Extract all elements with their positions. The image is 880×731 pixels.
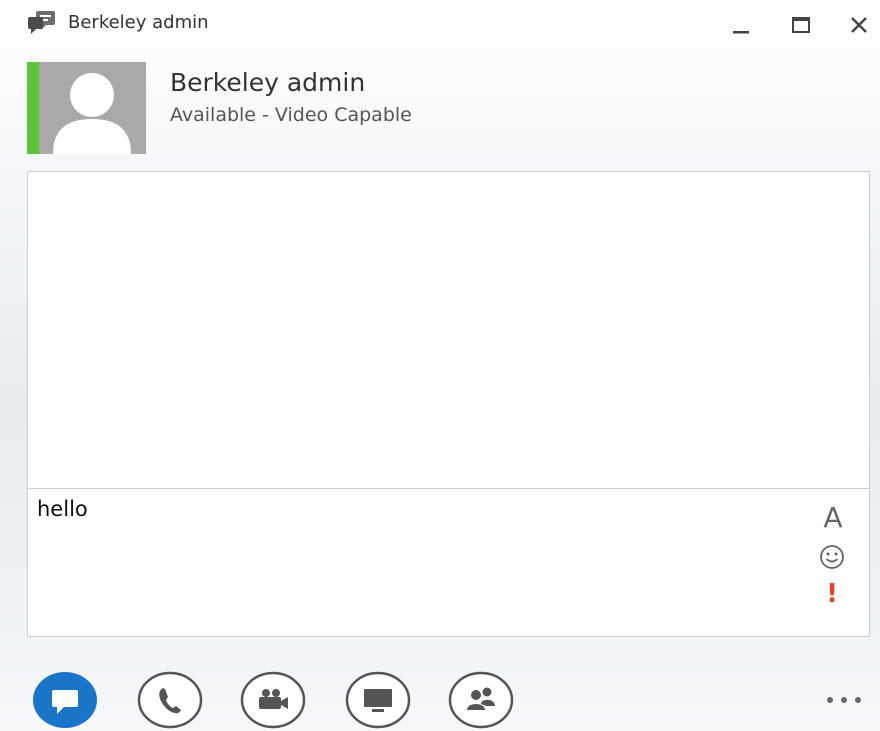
video-button[interactable] [240, 671, 306, 729]
video-camera-icon [240, 671, 306, 729]
lync-app-icon [27, 10, 57, 36]
phone-icon [137, 671, 203, 729]
default-person-icon [53, 73, 131, 154]
conversation-history [27, 171, 870, 489]
contact-status: Available - Video Capable [170, 104, 412, 126]
more-options-button[interactable] [818, 687, 870, 713]
action-bar [0, 665, 880, 731]
minimize-button[interactable] [724, 8, 758, 42]
smiley-icon [820, 545, 844, 569]
presence-indicator [27, 62, 39, 154]
message-input[interactable]: hello A ! [27, 488, 870, 637]
present-button[interactable] [345, 671, 411, 729]
close-icon [851, 17, 867, 33]
maximize-button[interactable] [784, 8, 818, 42]
participants-button[interactable] [448, 671, 514, 729]
maximize-icon [792, 17, 810, 33]
minimize-icon [733, 31, 749, 34]
title-bar: Berkeley admin [0, 0, 880, 50]
window-title: Berkeley admin [68, 12, 209, 33]
more-options-icon [827, 697, 861, 703]
monitor-icon [345, 671, 411, 729]
avatar[interactable] [39, 62, 146, 154]
font-button[interactable]: A [818, 501, 848, 534]
contact-card[interactable]: Berkeley admin Available - Video Capable [27, 62, 627, 154]
emoticon-button[interactable] [818, 543, 846, 571]
message-text[interactable]: hello [37, 497, 88, 521]
contact-name: Berkeley admin [170, 68, 366, 97]
call-button[interactable] [137, 671, 203, 729]
im-button[interactable] [32, 671, 98, 729]
people-icon [448, 671, 514, 729]
close-button[interactable] [842, 8, 876, 42]
chat-bubble-icon [33, 672, 97, 728]
high-importance-button[interactable]: ! [818, 579, 846, 609]
